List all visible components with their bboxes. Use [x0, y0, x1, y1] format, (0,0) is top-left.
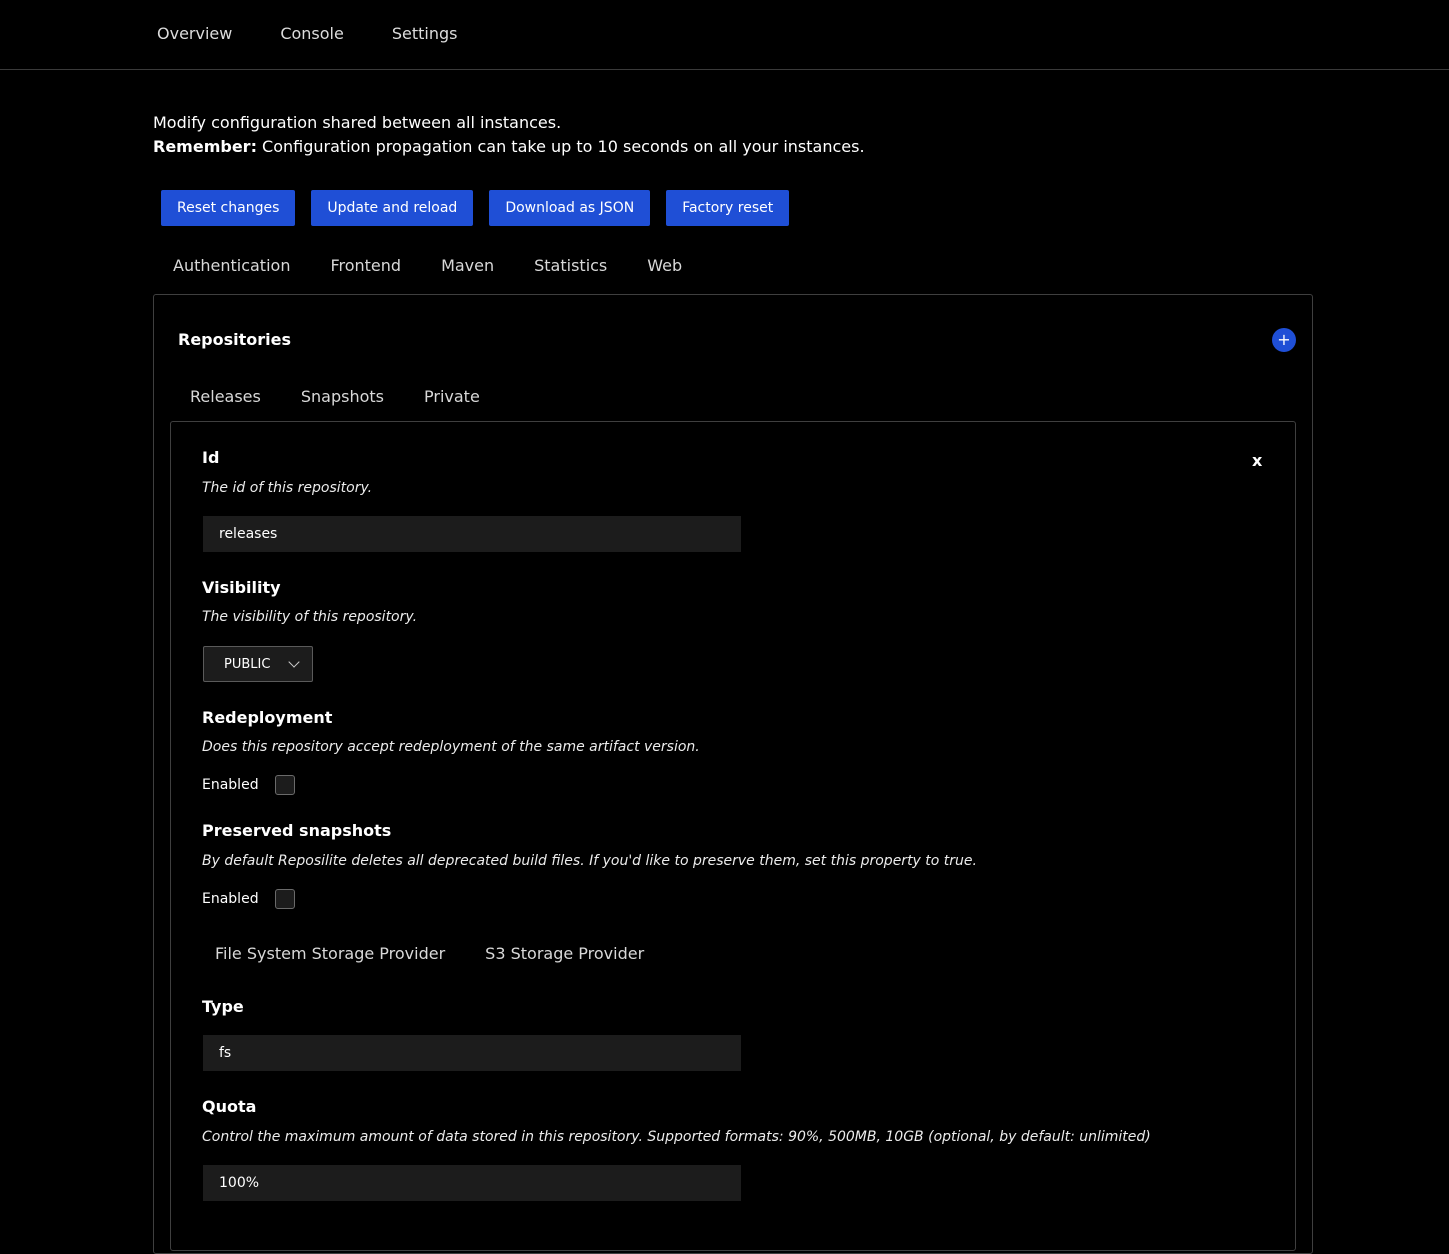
tab-maven[interactable]: Maven	[441, 256, 494, 275]
type-label: Type	[202, 997, 244, 1016]
repositories-title: Repositories	[178, 330, 292, 349]
plus-icon: +	[1277, 330, 1291, 349]
id-label: Id	[202, 448, 220, 467]
preserved-snapshots-enabled-label: Enabled	[202, 891, 259, 907]
type-input[interactable]	[203, 1035, 741, 1071]
tab-releases[interactable]: Releases	[190, 387, 261, 406]
action-buttons: Reset changes Update and reload Download…	[161, 190, 805, 226]
tab-web[interactable]: Web	[647, 256, 682, 275]
nav-console[interactable]: Console	[280, 24, 344, 43]
close-icon[interactable]: x	[1252, 451, 1262, 470]
redeployment-row: Enabled	[202, 775, 295, 795]
redeployment-enabled-label: Enabled	[202, 777, 259, 793]
redeployment-description: Does this repository accept redeployment…	[202, 739, 700, 755]
remember-line: Remember: Configuration propagation can …	[153, 135, 865, 159]
remember-text: Configuration propagation can take up to…	[256, 137, 865, 156]
visibility-label: Visibility	[202, 578, 281, 597]
tab-frontend[interactable]: Frontend	[330, 256, 401, 275]
preserved-snapshots-label: Preserved snapshots	[202, 821, 392, 840]
reset-changes-button[interactable]: Reset changes	[161, 190, 296, 226]
settings-tabs: Authentication Frontend Maven Statistics…	[173, 256, 722, 275]
repositories-panel: Repositories + Releases Snapshots Privat…	[153, 294, 1313, 1254]
tab-private[interactable]: Private	[424, 387, 480, 406]
id-input[interactable]	[203, 516, 741, 552]
download-json-button[interactable]: Download as JSON	[489, 190, 651, 226]
visibility-description: The visibility of this repository.	[202, 609, 418, 625]
visibility-value: PUBLIC	[224, 656, 271, 672]
repository-tabs: Releases Snapshots Private	[190, 387, 520, 406]
factory-reset-button[interactable]: Factory reset	[666, 190, 790, 226]
nav-overview[interactable]: Overview	[157, 24, 232, 43]
add-repository-button[interactable]: +	[1272, 328, 1296, 352]
remember-label: Remember:	[153, 137, 257, 156]
intro-line: Modify configuration shared between all …	[153, 113, 562, 132]
nav-settings[interactable]: Settings	[392, 24, 458, 43]
tab-snapshots[interactable]: Snapshots	[301, 387, 384, 406]
preserved-snapshots-checkbox[interactable]	[274, 889, 295, 909]
quota-description: Control the maximum amount of data store…	[202, 1129, 1151, 1145]
preserved-snapshots-row: Enabled	[202, 889, 295, 909]
intro-text: Modify configuration shared between all …	[153, 111, 865, 159]
repository-card: x Id The id of this repository. Visibili…	[170, 421, 1296, 1251]
redeployment-label: Redeployment	[202, 708, 333, 727]
storage-provider-tabs: File System Storage Provider S3 Storage …	[215, 944, 684, 963]
redeployment-checkbox[interactable]	[274, 775, 295, 795]
quota-label: Quota	[202, 1097, 257, 1116]
tab-s3-storage[interactable]: S3 Storage Provider	[485, 944, 644, 963]
tab-file-system-storage[interactable]: File System Storage Provider	[215, 944, 445, 963]
top-navigation: Overview Console Settings	[0, 0, 1449, 70]
preserved-snapshots-description: By default Reposilite deletes all deprec…	[202, 853, 977, 869]
visibility-select[interactable]: PUBLIC	[203, 646, 313, 682]
chevron-down-icon	[288, 656, 300, 668]
tab-authentication[interactable]: Authentication	[173, 256, 290, 275]
tab-statistics[interactable]: Statistics	[534, 256, 607, 275]
id-description: The id of this repository.	[202, 480, 373, 496]
quota-input[interactable]	[203, 1165, 741, 1201]
update-reload-button[interactable]: Update and reload	[311, 190, 474, 226]
